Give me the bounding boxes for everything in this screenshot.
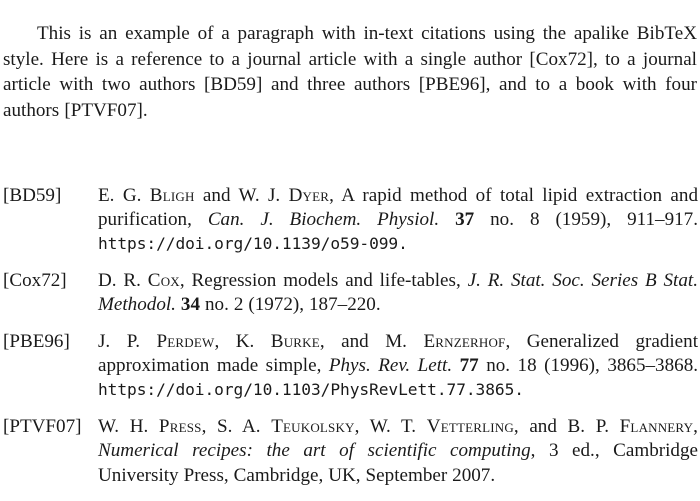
author-surname: Vetterling	[426, 416, 514, 438]
volume-number: 77	[459, 355, 479, 377]
bib-label-cox72: [Cox72]	[3, 270, 67, 292]
intro-paragraph: This is an example of a paragraph with i…	[3, 23, 697, 121]
doi-link[interactable]: https://doi.org/10.1103/PhysRevLett.77.3…	[98, 380, 514, 399]
author-surname: Dyer	[288, 185, 330, 206]
author-conjunction: ,	[201, 416, 217, 438]
bib-body-ptvf07: W. H. Press, S. A. Teukolsky, W. T. Vett…	[98, 415, 698, 488]
bib-label-pbe96: [PBE96]	[3, 331, 70, 353]
author-surname: Teukolsky	[271, 416, 355, 438]
separator: ,	[505, 331, 527, 353]
doi-period: .	[514, 380, 524, 400]
document-page: This is an example of a paragraph with i…	[0, 0, 700, 501]
bibliography-entry-bd59: [BD59] E. G. Bligh and W. J. Dyer, A rap…	[0, 184, 700, 257]
doi-period: .	[398, 234, 408, 254]
bib-body-bd59: E. G. Bligh and W. J. Dyer, A rapid meth…	[98, 184, 698, 257]
bibliography-entry-pbe96: [PBE96] J. P. Perdew, K. Burke, and M. E…	[0, 330, 700, 403]
author-initials: S. A.	[216, 416, 272, 438]
author-initials: E. G.	[98, 185, 150, 206]
separator: ,	[455, 270, 468, 292]
page-range: 3865–3868.	[607, 355, 699, 377]
bib-label-ptvf07: [PTVF07]	[3, 416, 82, 438]
author-initials: W. J.	[238, 185, 289, 206]
journal-name: Can. J. Biochem. Physiol.	[207, 209, 440, 231]
author-initials: B. P.	[567, 416, 620, 438]
author-initials: J. P.	[98, 331, 157, 353]
author-surname: Burke	[270, 331, 320, 353]
author-conjunction: ,	[354, 416, 370, 438]
page-range: 911–917.	[627, 209, 698, 231]
author-initials: D. R.	[98, 270, 148, 292]
issue-number: no. 8	[490, 209, 540, 231]
separator: ,	[316, 355, 329, 377]
bib-label-bd59: [BD59]	[3, 185, 62, 206]
article-title: Regression models and life-tables	[191, 270, 456, 292]
author-conjunction: and	[194, 185, 239, 206]
publication-year: (1996)	[544, 355, 596, 377]
page-range: 187–220.	[309, 294, 381, 316]
separator: ,	[299, 294, 309, 316]
journal-name: Phys. Rev. Lett.	[328, 355, 453, 377]
author-initials: W. T.	[369, 416, 427, 438]
separator: ,	[693, 416, 698, 438]
separator: ,	[187, 209, 208, 231]
author-surname: Flannery	[619, 416, 694, 438]
author-initials: W. H.	[98, 416, 159, 438]
volume-number: 34	[180, 294, 201, 316]
publisher-address: Cambridge, UK	[233, 464, 356, 486]
separator: ,	[530, 440, 549, 462]
author-surname: Cox	[147, 270, 180, 292]
edition: 3 ed.	[548, 440, 595, 462]
author-surname: Ernzerhof	[423, 331, 506, 353]
author-surname: Bligh	[149, 185, 195, 206]
bibliography-entry-cox72: [Cox72] D. R. Cox, Regression models and…	[0, 269, 700, 317]
bib-body-pbe96: J. P. Perdew, K. Burke, and M. Ernzerhof…	[98, 330, 698, 403]
doi-link[interactable]: https://doi.org/10.1139/o59-099	[98, 234, 398, 253]
author-conjunction: , and	[319, 331, 386, 353]
author-initials: K.	[235, 331, 271, 353]
separator: ,	[329, 185, 342, 206]
separator: ,	[223, 464, 234, 486]
bib-body-cox72: D. R. Cox, Regression models and life-ta…	[98, 269, 698, 317]
author-conjunction: ,	[214, 331, 236, 353]
publication-year: (1959)	[555, 209, 607, 231]
volume-number: 37	[455, 209, 475, 231]
author-initials: M.	[385, 331, 424, 353]
separator: ,	[594, 440, 614, 462]
book-title: Numerical recipes: the art of scientific…	[98, 440, 531, 462]
bibliography-list: [BD59] E. G. Bligh and W. J. Dyer, A rap…	[0, 184, 700, 500]
separator: ,	[355, 464, 366, 486]
separator: ,	[179, 270, 192, 292]
publication-date: September 2007.	[365, 464, 496, 486]
issue-number: no. 18	[486, 355, 537, 377]
separator: ,	[606, 209, 628, 231]
author-surname: Press	[158, 416, 202, 438]
bibliography-entry-ptvf07: [PTVF07] W. H. Press, S. A. Teukolsky, W…	[0, 415, 700, 488]
separator: ,	[595, 355, 608, 377]
issue-number: no. 2	[204, 294, 244, 316]
publication-year: (1972)	[248, 294, 300, 316]
author-conjunction: , and	[513, 416, 568, 438]
author-surname: Perdew	[156, 331, 215, 353]
